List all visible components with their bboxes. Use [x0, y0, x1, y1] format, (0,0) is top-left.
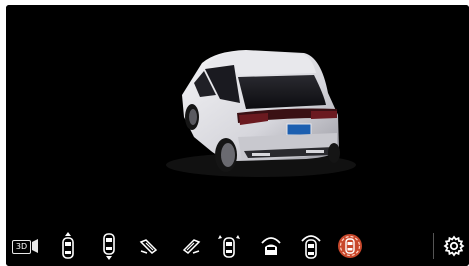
front-view-icon — [62, 232, 74, 259]
right-side-view-icon — [182, 239, 201, 254]
front-wheel-view-button[interactable] — [216, 231, 242, 261]
left-side-view-icon — [139, 239, 158, 254]
rear-view-icon — [103, 233, 115, 260]
gear-icon — [443, 235, 465, 257]
front-wide-view-icon — [261, 237, 281, 255]
right-side-view-button[interactable] — [180, 231, 202, 261]
car-3d-model — [166, 50, 356, 177]
front-view-button[interactable] — [58, 231, 78, 261]
rear-wide-view-icon — [301, 235, 321, 259]
radar-sensor-icon — [338, 234, 362, 258]
3d-car-viewport[interactable] — [6, 5, 469, 225]
left-side-view-button[interactable] — [138, 231, 160, 261]
toolbar-divider — [433, 233, 434, 259]
front-wheel-view-icon — [218, 235, 240, 258]
settings-button[interactable] — [442, 231, 466, 261]
radar-sensor-button[interactable] — [336, 231, 364, 261]
rear-view-button[interactable] — [99, 231, 119, 261]
front-wide-view-button[interactable] — [258, 231, 284, 261]
rear-wide-view-button[interactable] — [298, 231, 324, 261]
3d-view-label: 3D — [12, 240, 31, 254]
3d-view-button[interactable]: 3D — [10, 231, 40, 261]
camera-screen: 3D — [6, 5, 469, 266]
camera-toolbar: 3D — [6, 227, 469, 266]
